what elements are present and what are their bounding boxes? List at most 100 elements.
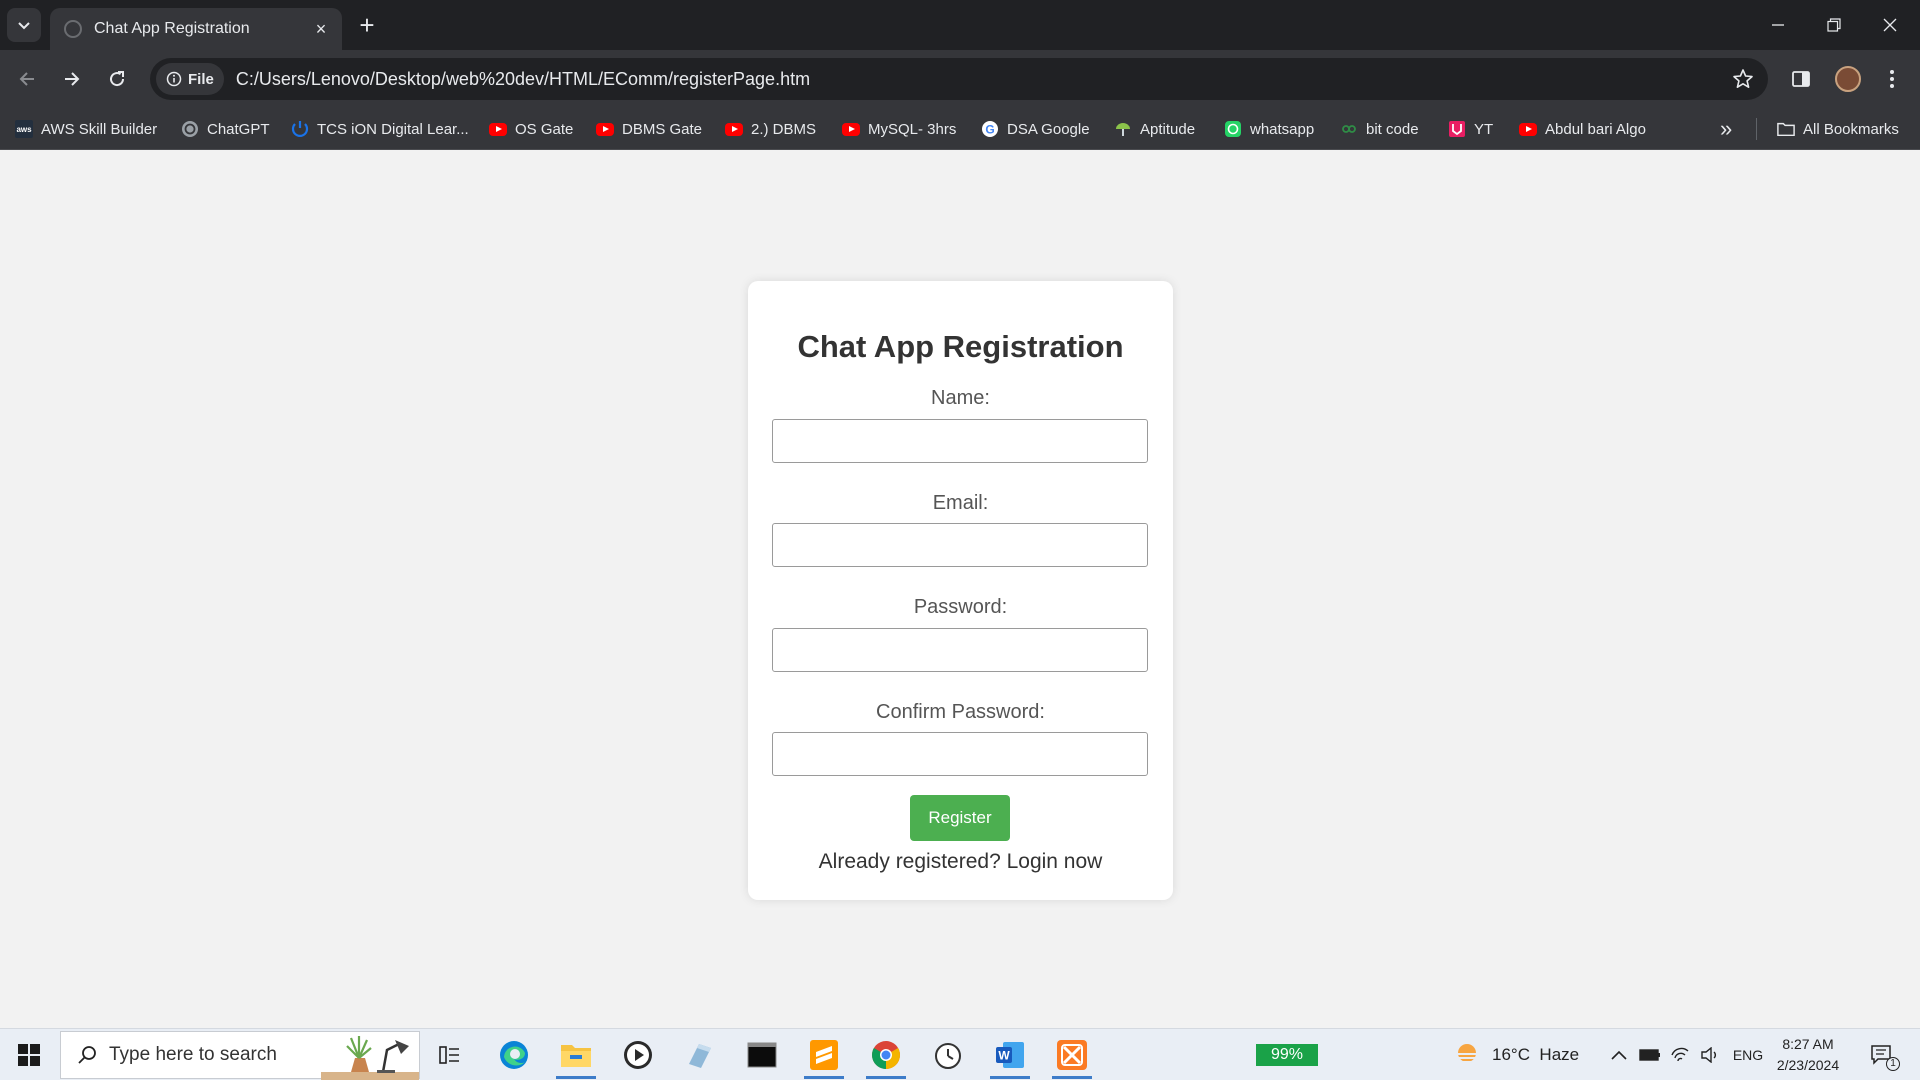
profile-button[interactable] [1830,61,1866,97]
chevron-down-icon [18,22,30,30]
notification-count-badge: 1 [1886,1057,1900,1071]
browser-title-bar: Chat App Registration × + [0,0,1920,50]
aws-icon: aws [15,120,33,138]
windows-logo-icon [18,1044,40,1066]
bookmark-yt[interactable]: YT [1448,108,1493,150]
youtube-icon [489,120,507,138]
login-link[interactable]: Already registered? Login now [748,850,1173,874]
back-button[interactable] [9,61,45,97]
battery-tray-button[interactable] [1636,1029,1664,1080]
star-icon [1733,69,1753,88]
edge-app-button[interactable] [488,1031,540,1079]
browser-toolbar: File C:/Users/Lenovo/Desktop/web%20dev/H… [0,50,1920,108]
youtube-icon [842,120,860,138]
alarm-clock-icon [935,1043,961,1069]
url-text[interactable]: C:/Users/Lenovo/Desktop/web%20dev/HTML/E… [236,69,810,90]
info-icon [166,71,182,87]
bookmark-label: DSA Google [1007,120,1090,138]
haze-sun-icon [1455,1044,1479,1063]
start-button[interactable] [0,1029,58,1080]
bookmark-abdul-bari-algo[interactable]: Abdul bari Algo [1519,108,1646,150]
bookmark-aws-skill-builder[interactable]: aws AWS Skill Builder [15,108,157,150]
password-input[interactable] [772,628,1148,672]
search-icon [78,1046,96,1064]
bookmark-bit-code[interactable]: bit code [1340,108,1419,150]
side-panel-button[interactable] [1783,61,1819,97]
arrow-right-icon [65,72,80,86]
bookmark-label: Aptitude [1140,120,1196,138]
terminal-app-button[interactable] [736,1031,788,1079]
forward-button[interactable] [54,61,90,97]
volume-tray-button[interactable] [1696,1029,1724,1080]
xampp-app-button[interactable] [1046,1031,1098,1079]
bookmark-label: Abdul bari Algo [1545,120,1646,138]
close-tab-button[interactable]: × [310,19,332,40]
minimize-button[interactable] [1750,0,1806,50]
weather-widget[interactable]: 16°C Haze [1452,1029,1579,1080]
email-input[interactable] [772,523,1148,567]
bookmark-tcs-ion[interactable]: TCS iON Digital Lear... [291,108,469,150]
weather-text: 16°C Haze [1492,1045,1580,1064]
minimize-icon [1772,24,1784,26]
bookmark-star-button[interactable] [1732,68,1754,95]
confirm-password-input[interactable] [772,732,1148,776]
bookmark-label: OS Gate [515,120,574,138]
bookmark-mysql[interactable]: MySQL- 3hrs [842,108,956,150]
name-input[interactable] [772,419,1148,463]
browser-tab[interactable]: Chat App Registration × [50,8,342,50]
more-vertical-icon [1890,70,1894,88]
bookmark-label: whatsapp [1250,120,1315,138]
bookmark-os-gate[interactable]: OS Gate [489,108,573,150]
bookmark-dbms-gate[interactable]: DBMS Gate [596,108,702,150]
notification-center-button[interactable]: 1 [1862,1029,1902,1080]
bookmark-chatgpt[interactable]: ChatGPT [181,108,270,150]
word-app-button[interactable]: W [984,1031,1036,1079]
play-icon [624,1041,652,1069]
file-explorer-app-button[interactable] [550,1031,602,1079]
page-title: Chat App Registration [797,329,1124,364]
bookmark-dsa-google[interactable]: G DSA Google [981,108,1090,150]
language-indicator[interactable]: ENG [1728,1029,1768,1080]
taskbar-search-box[interactable]: Type here to search [60,1031,420,1080]
address-bar[interactable]: File C:/Users/Lenovo/Desktop/web%20dev/H… [150,58,1768,100]
confirm-password-label: Confirm Password: [876,701,1045,723]
close-icon [1883,18,1897,32]
restore-button[interactable] [1806,0,1862,50]
folder-icon [561,1045,591,1067]
bookmark-label: TCS iON Digital Lear... [317,120,469,138]
chrome-app-button[interactable] [860,1031,912,1079]
close-window-button[interactable] [1862,0,1918,50]
arrow-left-icon [19,72,34,86]
sublime-text-app-button[interactable] [798,1031,850,1079]
bookmark-whatsapp[interactable]: whatsapp [1224,108,1314,150]
folder-icon [1777,120,1795,138]
bookmark-aptitude[interactable]: Aptitude [1114,108,1195,150]
windows-taskbar: Type here to search W 99% 16°C Haze ENG … [0,1028,1920,1080]
site-info-chip[interactable]: File [156,63,224,95]
all-bookmarks-button[interactable]: All Bookmarks [1777,108,1899,150]
clock[interactable]: 8:27 AM 2/23/2024 [1772,1034,1844,1076]
new-tab-button[interactable]: + [352,10,382,40]
tab-search-button[interactable] [7,8,41,42]
battery-percentage-badge: 99% [1256,1044,1318,1066]
youtube-icon [725,120,743,138]
xampp-icon [1057,1040,1087,1070]
task-view-button[interactable] [424,1031,476,1079]
yt-icon [1448,120,1466,138]
show-hidden-icons-button[interactable] [1606,1029,1632,1080]
browser-menu-button[interactable] [1874,61,1910,97]
registration-card: Chat App Registration Name: Email: Passw… [748,281,1173,900]
wifi-tray-button[interactable] [1666,1029,1694,1080]
youtube-icon [596,120,614,138]
more-bookmarks-button[interactable]: » [1720,108,1732,150]
reload-button[interactable] [99,61,135,97]
register-button[interactable]: Register [910,795,1010,841]
notes-app-button[interactable] [674,1031,726,1079]
media-player-app-button[interactable] [612,1031,664,1079]
task-view-icon [439,1046,459,1064]
bookmark-label: DBMS Gate [622,120,703,138]
reload-icon [110,71,125,87]
bookmark-dbms[interactable]: 2.) DBMS [725,108,816,150]
aptitude-icon [1114,120,1132,138]
clock-app-button[interactable] [922,1031,974,1079]
